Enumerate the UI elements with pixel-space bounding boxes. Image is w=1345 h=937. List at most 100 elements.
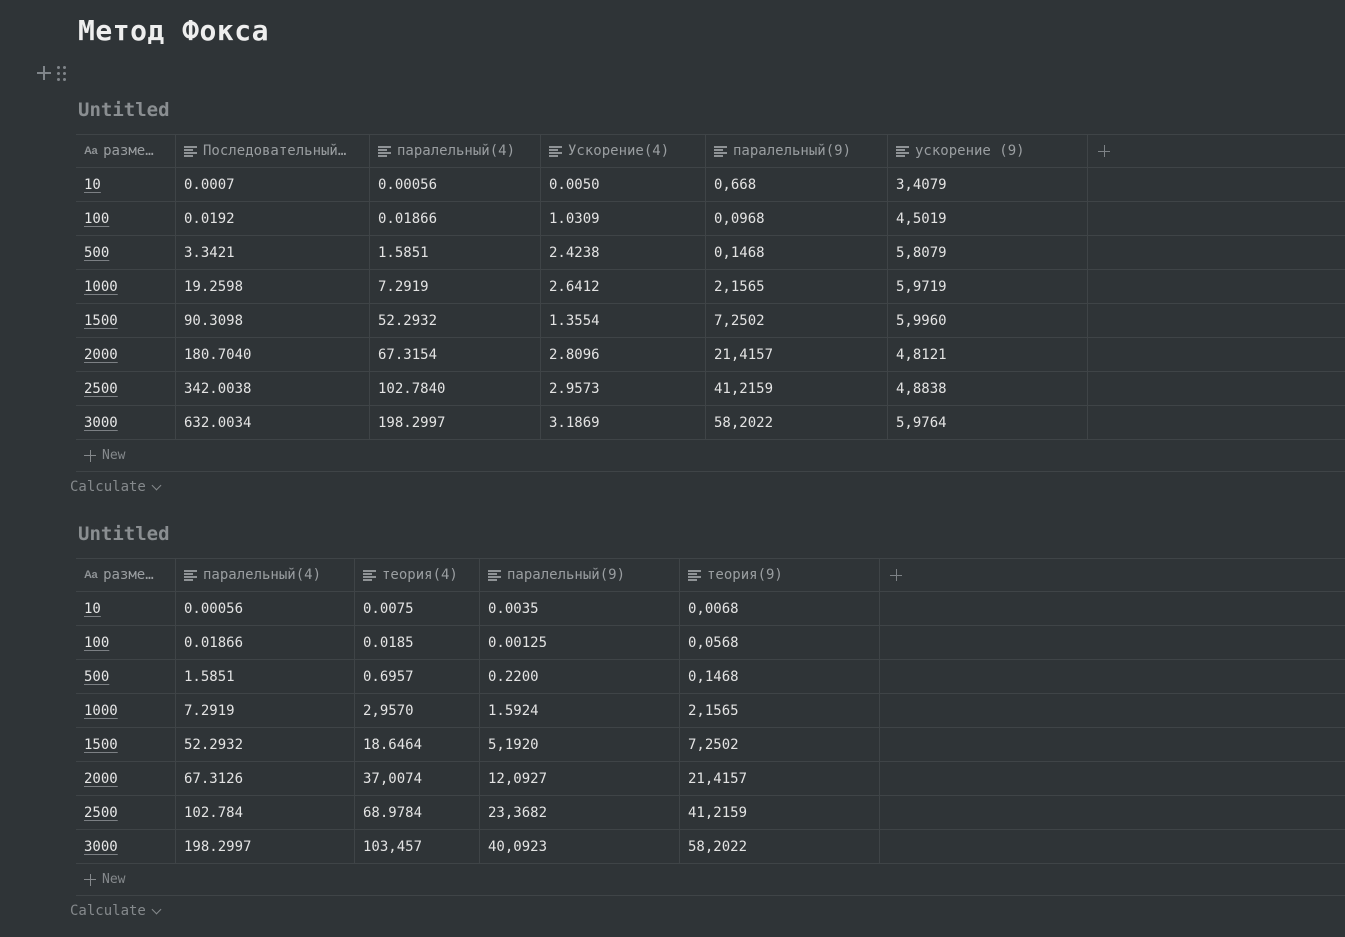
table-row[interactable]: 3000 198.2997 103,457 40,0923 58,2022 xyxy=(76,830,1345,864)
table-cell[interactable]: 58,2022 xyxy=(706,406,888,439)
new-row-button[interactable]: New xyxy=(76,864,1345,896)
table-cell[interactable]: 12,0927 xyxy=(480,762,680,795)
table-cell[interactable]: 67.3126 xyxy=(176,762,355,795)
table-cell[interactable]: 40,0923 xyxy=(480,830,680,863)
table-cell[interactable]: 23,3682 xyxy=(480,796,680,829)
table-cell[interactable]: 0,1468 xyxy=(680,660,880,693)
table-row[interactable]: 1500 52.2932 18.6464 5,1920 7,2502 xyxy=(76,728,1345,762)
table-cell[interactable]: 180.7040 xyxy=(176,338,370,371)
table-row[interactable]: 10 0.00056 0.0075 0.0035 0,0068 xyxy=(76,592,1345,626)
table-cell[interactable]: 2,1565 xyxy=(680,694,880,727)
table-cell[interactable]: 342.0038 xyxy=(176,372,370,405)
table-row[interactable]: 100 0.01866 0.0185 0.00125 0,0568 xyxy=(76,626,1345,660)
table-cell[interactable]: 102.784 xyxy=(176,796,355,829)
table-cell[interactable]: 4,8838 xyxy=(888,372,1088,405)
table-cell[interactable]: 5,1920 xyxy=(480,728,680,761)
column-header[interactable]: Aa разме… xyxy=(76,135,176,167)
title-cell[interactable]: 3000 xyxy=(76,406,176,439)
table-cell[interactable]: 0.00056 xyxy=(176,592,355,625)
table-cell[interactable]: 1.5851 xyxy=(370,236,541,269)
title-cell[interactable]: 2500 xyxy=(76,796,176,829)
drag-handle-icon[interactable] xyxy=(57,65,67,82)
table-cell[interactable]: 2,9570 xyxy=(355,694,480,727)
table-cell[interactable]: 1.5924 xyxy=(480,694,680,727)
table-cell[interactable]: 0,668 xyxy=(706,168,888,201)
table-row[interactable]: 2000 180.7040 67.3154 2.8096 21,4157 4,8121 xyxy=(76,338,1345,372)
table-cell[interactable]: 198.2997 xyxy=(176,830,355,863)
table-cell[interactable]: 0.00056 xyxy=(370,168,541,201)
table-cell[interactable]: 0.0192 xyxy=(176,202,370,235)
table-cell[interactable]: 0.01866 xyxy=(370,202,541,235)
table-cell[interactable]: 21,4157 xyxy=(706,338,888,371)
column-header[interactable]: паралельный(9) xyxy=(480,559,680,591)
title-cell[interactable]: 100 xyxy=(76,626,176,659)
title-cell[interactable]: 1000 xyxy=(76,270,176,303)
table-row[interactable]: 1500 90.3098 52.2932 1.3554 7,2502 5,9960 xyxy=(76,304,1345,338)
table-cell[interactable]: 0,1468 xyxy=(706,236,888,269)
table-cell[interactable]: 67.3154 xyxy=(370,338,541,371)
title-cell[interactable]: 2500 xyxy=(76,372,176,405)
title-cell[interactable]: 10 xyxy=(76,168,176,201)
column-header[interactable]: Последовательный… xyxy=(176,135,370,167)
table-row[interactable]: 3000 632.0034 198.2997 3.1869 58,2022 5,9764 xyxy=(76,406,1345,440)
table-cell[interactable]: 68.9784 xyxy=(355,796,480,829)
table-cell[interactable]: 18.6464 xyxy=(355,728,480,761)
table-cell[interactable]: 632.0034 xyxy=(176,406,370,439)
title-cell[interactable]: 3000 xyxy=(76,830,176,863)
table-cell[interactable]: 3.3421 xyxy=(176,236,370,269)
column-header[interactable]: Aa разме… xyxy=(76,559,176,591)
table-row[interactable]: 10 0.0007 0.00056 0.0050 0,668 3,4079 xyxy=(76,168,1345,202)
table-cell[interactable]: 0.00125 xyxy=(480,626,680,659)
column-header[interactable]: паралельный(9) xyxy=(706,135,888,167)
title-cell[interactable]: 1500 xyxy=(76,304,176,337)
table-cell[interactable]: 7.2919 xyxy=(176,694,355,727)
table-cell[interactable]: 1.3554 xyxy=(541,304,706,337)
table-cell[interactable]: 2.9573 xyxy=(541,372,706,405)
table-cell[interactable]: 2.8096 xyxy=(541,338,706,371)
title-cell[interactable]: 1000 xyxy=(76,694,176,727)
new-row-button[interactable]: New xyxy=(76,440,1345,472)
table-cell[interactable]: 0,0068 xyxy=(680,592,880,625)
table-cell[interactable]: 4,5019 xyxy=(888,202,1088,235)
table-cell[interactable]: 0,0968 xyxy=(706,202,888,235)
table-row[interactable]: 2500 342.0038 102.7840 2.9573 41,2159 4,8838 xyxy=(76,372,1345,406)
title-cell[interactable]: 100 xyxy=(76,202,176,235)
table-cell[interactable]: 41,2159 xyxy=(706,372,888,405)
table-cell[interactable]: 19.2598 xyxy=(176,270,370,303)
table-cell[interactable]: 90.3098 xyxy=(176,304,370,337)
table-cell[interactable]: 0.0185 xyxy=(355,626,480,659)
column-header[interactable]: теория(9) xyxy=(680,559,880,591)
title-cell[interactable]: 2000 xyxy=(76,762,176,795)
database-title[interactable]: Untitled xyxy=(78,96,1345,134)
column-header[interactable]: паралельный(4) xyxy=(176,559,355,591)
table-cell[interactable]: 4,8121 xyxy=(888,338,1088,371)
table-cell[interactable]: 0,0568 xyxy=(680,626,880,659)
table-cell[interactable]: 0.6957 xyxy=(355,660,480,693)
column-header[interactable]: ускорение (9) xyxy=(888,135,1088,167)
table-cell[interactable]: 1.5851 xyxy=(176,660,355,693)
table-cell[interactable]: 0.2200 xyxy=(480,660,680,693)
table-row[interactable]: 100 0.0192 0.01866 1.0309 0,0968 4,5019 xyxy=(76,202,1345,236)
table-cell[interactable]: 5,9719 xyxy=(888,270,1088,303)
column-header[interactable]: Ускорение(4) xyxy=(541,135,706,167)
table-cell[interactable]: 5,8079 xyxy=(888,236,1088,269)
table-cell[interactable]: 0.0035 xyxy=(480,592,680,625)
table-cell[interactable]: 52.2932 xyxy=(176,728,355,761)
title-cell[interactable]: 10 xyxy=(76,592,176,625)
table-cell[interactable]: 5,9764 xyxy=(888,406,1088,439)
table-cell[interactable]: 5,9960 xyxy=(888,304,1088,337)
column-header[interactable]: паралельный(4) xyxy=(370,135,541,167)
table-cell[interactable]: 2.4238 xyxy=(541,236,706,269)
table-cell[interactable]: 41,2159 xyxy=(680,796,880,829)
column-header[interactable]: теория(4) xyxy=(355,559,480,591)
table-cell[interactable]: 58,2022 xyxy=(680,830,880,863)
calculate-button[interactable]: Calculate xyxy=(70,896,1345,926)
table-row[interactable]: 500 1.5851 0.6957 0.2200 0,1468 xyxy=(76,660,1345,694)
table-cell[interactable]: 37,0074 xyxy=(355,762,480,795)
title-cell[interactable]: 1500 xyxy=(76,728,176,761)
table-cell[interactable]: 2,1565 xyxy=(706,270,888,303)
table-cell[interactable]: 102.7840 xyxy=(370,372,541,405)
table-row[interactable]: 1000 7.2919 2,9570 1.5924 2,1565 xyxy=(76,694,1345,728)
table-cell[interactable]: 7,2502 xyxy=(680,728,880,761)
table-row[interactable]: 2000 67.3126 37,0074 12,0927 21,4157 xyxy=(76,762,1345,796)
